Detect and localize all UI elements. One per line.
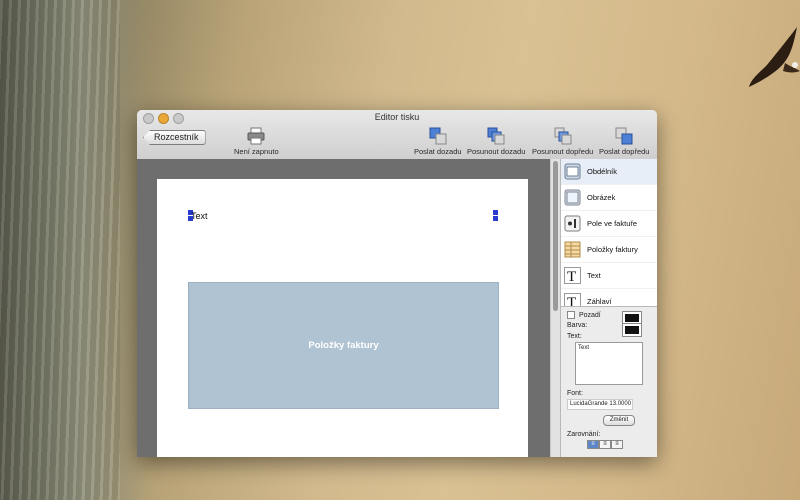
svg-text:T: T	[567, 295, 576, 307]
align-center-button[interactable]: ≡	[599, 440, 611, 449]
tool-rectangle[interactable]: Obdélník	[561, 159, 657, 185]
background-color-swatch[interactable]	[622, 311, 642, 325]
selection-handle[interactable]	[493, 216, 498, 221]
print-editor-window: Editor tisku Rozcestník Není zapnuto Pos…	[137, 110, 657, 457]
move-forward-button[interactable]: Posunout dopředu	[532, 127, 593, 156]
text-color-swatch[interactable]	[622, 323, 642, 337]
font-value-field: LucidaGrande 13.0000	[567, 399, 633, 410]
tool-label: Záhlaví	[587, 297, 612, 306]
background-label: Pozadí	[578, 311, 601, 319]
svg-text:T: T	[567, 269, 576, 284]
printer-button[interactable]: Není zapnuto	[234, 127, 279, 156]
send-back-button[interactable]: Poslat dozadu	[414, 127, 462, 156]
eagle-icon	[749, 27, 800, 87]
back-button[interactable]: Rozcestník	[143, 130, 206, 145]
send-front-icon	[615, 127, 633, 145]
image-icon	[564, 189, 581, 206]
tool-header[interactable]: T Záhlaví	[561, 289, 657, 307]
scrollbar-thumb[interactable]	[553, 161, 558, 311]
tool-label: Pole ve faktuře	[587, 219, 638, 228]
header-icon: T	[564, 293, 581, 307]
move-back-button[interactable]: Posunout dozadu	[467, 127, 525, 156]
tool-label: Obrázek	[587, 193, 616, 202]
text-icon: T	[564, 267, 581, 285]
wallpaper-waterfall-texture	[0, 0, 120, 500]
send-back-icon	[429, 127, 447, 145]
rectangle-icon	[564, 163, 581, 180]
selection-handle[interactable]	[493, 210, 498, 215]
inspector-panel: Obdélník Obrázek Pole ve faktuře Položky…	[560, 159, 657, 457]
send-front-button[interactable]: Poslat dopředu	[599, 127, 649, 156]
alignment-label: Zarovnání:	[567, 431, 601, 438]
alignment-control: ≡ ≡ ≡	[587, 440, 652, 449]
window-title: Editor tisku	[374, 112, 420, 122]
tool-label: Text	[587, 271, 601, 280]
move-forward-icon	[554, 127, 572, 145]
properties-section: Pozadí Barva: Text: Text Font: LucidaGra…	[561, 307, 657, 453]
text-element[interactable]: Text	[191, 211, 208, 221]
invoice-items-icon	[564, 241, 581, 258]
move-back-label: Posunout dozadu	[467, 147, 526, 156]
tool-label: Položky faktury	[587, 245, 638, 254]
move-forward-label: Posunout dopředu	[532, 147, 594, 156]
move-back-icon	[487, 127, 505, 145]
tool-label: Obdélník	[587, 167, 618, 176]
page-sheet[interactable]: Text Položky faktury	[157, 179, 528, 457]
window-toolbar: Editor tisku Rozcestník Není zapnuto Pos…	[137, 110, 657, 160]
align-left-button[interactable]: ≡	[587, 440, 599, 449]
change-font-button[interactable]: Změnit	[603, 415, 635, 426]
tool-image[interactable]: Obrázek	[561, 185, 657, 211]
font-label: Font:	[567, 390, 583, 397]
invoice-field-icon	[564, 215, 581, 232]
printer-icon	[247, 127, 265, 145]
tool-invoice-items[interactable]: Položky faktury	[561, 237, 657, 263]
tool-invoice-field[interactable]: Pole ve faktuře	[561, 211, 657, 237]
tool-text[interactable]: T Text	[561, 263, 657, 289]
send-back-label: Poslat dozadu	[414, 147, 462, 156]
tool-list: Obdélník Obrázek Pole ve faktuře Položky…	[561, 159, 657, 307]
invoice-items-block[interactable]: Položky faktury	[188, 282, 499, 409]
background-checkbox[interactable]	[567, 311, 575, 319]
layout-canvas[interactable]: Text Položky faktury	[137, 159, 550, 457]
align-right-button[interactable]: ≡	[611, 440, 623, 449]
printer-label: Není zapnuto	[234, 147, 279, 156]
invoice-items-block-label: Položky faktury	[308, 340, 379, 351]
text-content-field[interactable]: Text	[575, 342, 643, 385]
send-front-label: Poslat dopředu	[599, 147, 650, 156]
